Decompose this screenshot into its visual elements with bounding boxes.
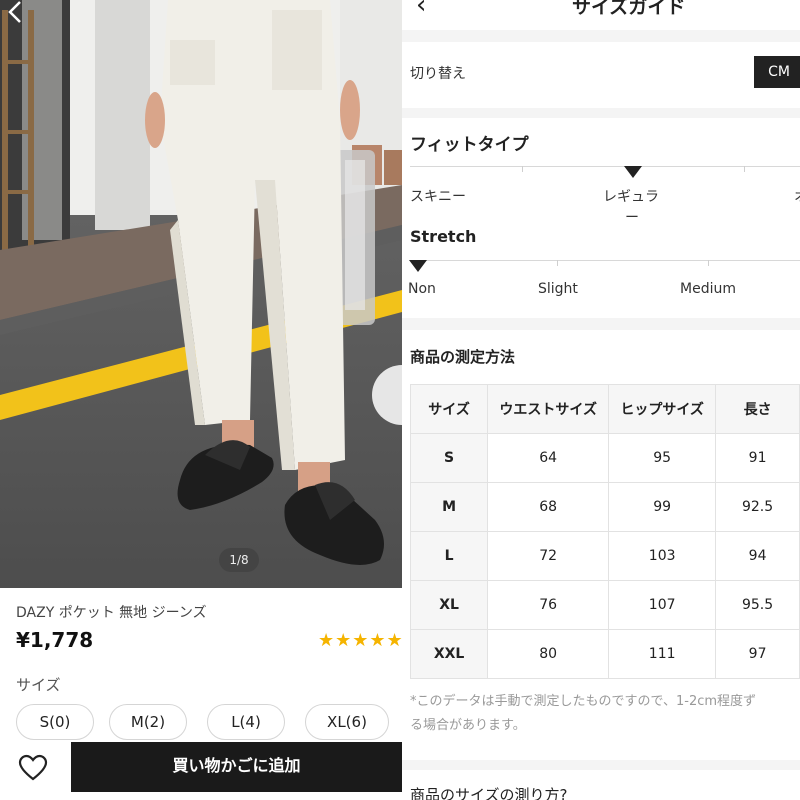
table-row: S 64 95 91 xyxy=(409,433,800,483)
fit-tick xyxy=(744,166,745,172)
table-cell: 95.5 xyxy=(715,580,800,630)
note-line: *このデータは手動で測定したものですので、1-2cm程度ず xyxy=(410,694,757,709)
table-cell: 92.5 xyxy=(715,482,800,532)
fit-label-regular: レギュラ xyxy=(603,189,659,205)
fit-label-oversized: オ xyxy=(794,186,800,206)
table-cell: XL xyxy=(409,580,489,630)
size-guide-panel: ‹ サイズガイド 切り替え CM フィットタイプ スキニー レギュラ オ ー S… xyxy=(402,0,800,800)
table-cell: 95 xyxy=(608,433,717,483)
column-header: 長さ xyxy=(715,384,800,434)
divider xyxy=(402,30,800,42)
table-row: M 68 99 92.5 xyxy=(409,482,800,532)
table-row: L 72 103 94 xyxy=(409,531,800,581)
size-label: サイズ xyxy=(16,676,61,694)
column-header: サイズ xyxy=(409,384,489,434)
fit-label-skinny: スキニー xyxy=(410,189,466,205)
product-image[interactable]: 1/8 xyxy=(0,0,402,588)
stretch-scale-line xyxy=(410,260,800,261)
table-cell: 107 xyxy=(608,580,717,630)
stretch-indicator-icon xyxy=(409,260,427,272)
table-cell: 72 xyxy=(487,531,610,581)
unit-switch-label: 切り替え xyxy=(410,66,466,82)
image-counter: 1/8 xyxy=(219,548,259,572)
measurement-note: *このデータは手動で測定したものですので、1-2cm程度ず る場合があります。 xyxy=(410,690,800,738)
stretch-tick xyxy=(708,260,709,266)
stretch-label-slight: Slight xyxy=(538,281,578,297)
how-to-measure-title[interactable]: 商品のサイズの測り方? xyxy=(410,784,568,800)
table-row: XXL 80 111 97 xyxy=(409,629,800,679)
stretch-tick xyxy=(557,260,558,266)
table-cell: 80 xyxy=(487,629,610,679)
size-table: サイズ ウエストサイズ ヒップサイズ 長さ S 64 95 91 M 68 99… xyxy=(409,384,800,679)
size-option-s[interactable]: S(0) xyxy=(16,704,94,740)
rating-stars[interactable]: ★★★★★ xyxy=(318,630,402,651)
column-header: ウエストサイズ xyxy=(487,384,610,434)
stretch-label-non: Non xyxy=(408,281,436,297)
table-cell: 64 xyxy=(487,433,610,483)
size-option-m[interactable]: M(2) xyxy=(109,704,187,740)
stretch-title: Stretch xyxy=(410,227,477,246)
divider xyxy=(402,318,800,330)
product-page: 1/8 DAZY ポケット 無地 ジーンズ ¥1,778 ★★★★★ サイズ S… xyxy=(0,0,402,800)
stretch-label-medium: Medium xyxy=(680,281,736,297)
back-arrow-icon[interactable] xyxy=(0,0,30,30)
product-photo-illustration xyxy=(0,0,402,588)
size-option-xl[interactable]: XL(6) xyxy=(305,704,389,740)
measurement-title: 商品の測定方法 xyxy=(410,348,516,366)
add-to-cart-button[interactable]: 買い物かごに追加 xyxy=(71,742,402,792)
table-cell: L xyxy=(409,531,489,581)
size-option-l[interactable]: L(4) xyxy=(207,704,285,740)
table-cell: 68 xyxy=(487,482,610,532)
table-cell: 103 xyxy=(608,531,717,581)
table-cell: M xyxy=(409,482,489,532)
bottom-action-bar: 買い物かごに追加 xyxy=(0,740,402,800)
table-header-row: サイズ ウエストサイズ ヒップサイズ 長さ xyxy=(409,384,800,434)
back-arrow-icon[interactable]: ‹ xyxy=(416,0,426,20)
unit-cm-button[interactable]: CM xyxy=(754,56,800,88)
page-title: サイズガイド xyxy=(572,0,686,18)
fit-tick xyxy=(522,166,523,172)
fit-indicator-icon xyxy=(624,166,642,178)
divider xyxy=(402,108,800,118)
heart-icon[interactable] xyxy=(18,754,48,782)
table-cell: S xyxy=(409,433,489,483)
table-cell: 91 xyxy=(715,433,800,483)
table-cell: 94 xyxy=(715,531,800,581)
fit-scale-line xyxy=(410,166,800,167)
table-cell: 97 xyxy=(715,629,800,679)
note-line: る場合があります。 xyxy=(410,718,526,733)
product-title: DAZY ポケット 無地 ジーンズ xyxy=(16,605,207,621)
table-cell: 111 xyxy=(608,629,717,679)
table-row: XL 76 107 95.5 xyxy=(409,580,800,630)
product-price: ¥1,778 xyxy=(16,628,94,652)
table-cell: XXL xyxy=(409,629,489,679)
table-cell: 99 xyxy=(608,482,717,532)
divider xyxy=(402,760,800,770)
size-guide-header: ‹ サイズガイド xyxy=(402,0,800,30)
table-cell: 76 xyxy=(487,580,610,630)
fit-selected-dash: ー xyxy=(625,210,639,226)
fit-type-title: フィットタイプ xyxy=(410,135,529,155)
column-header: ヒップサイズ xyxy=(608,384,717,434)
